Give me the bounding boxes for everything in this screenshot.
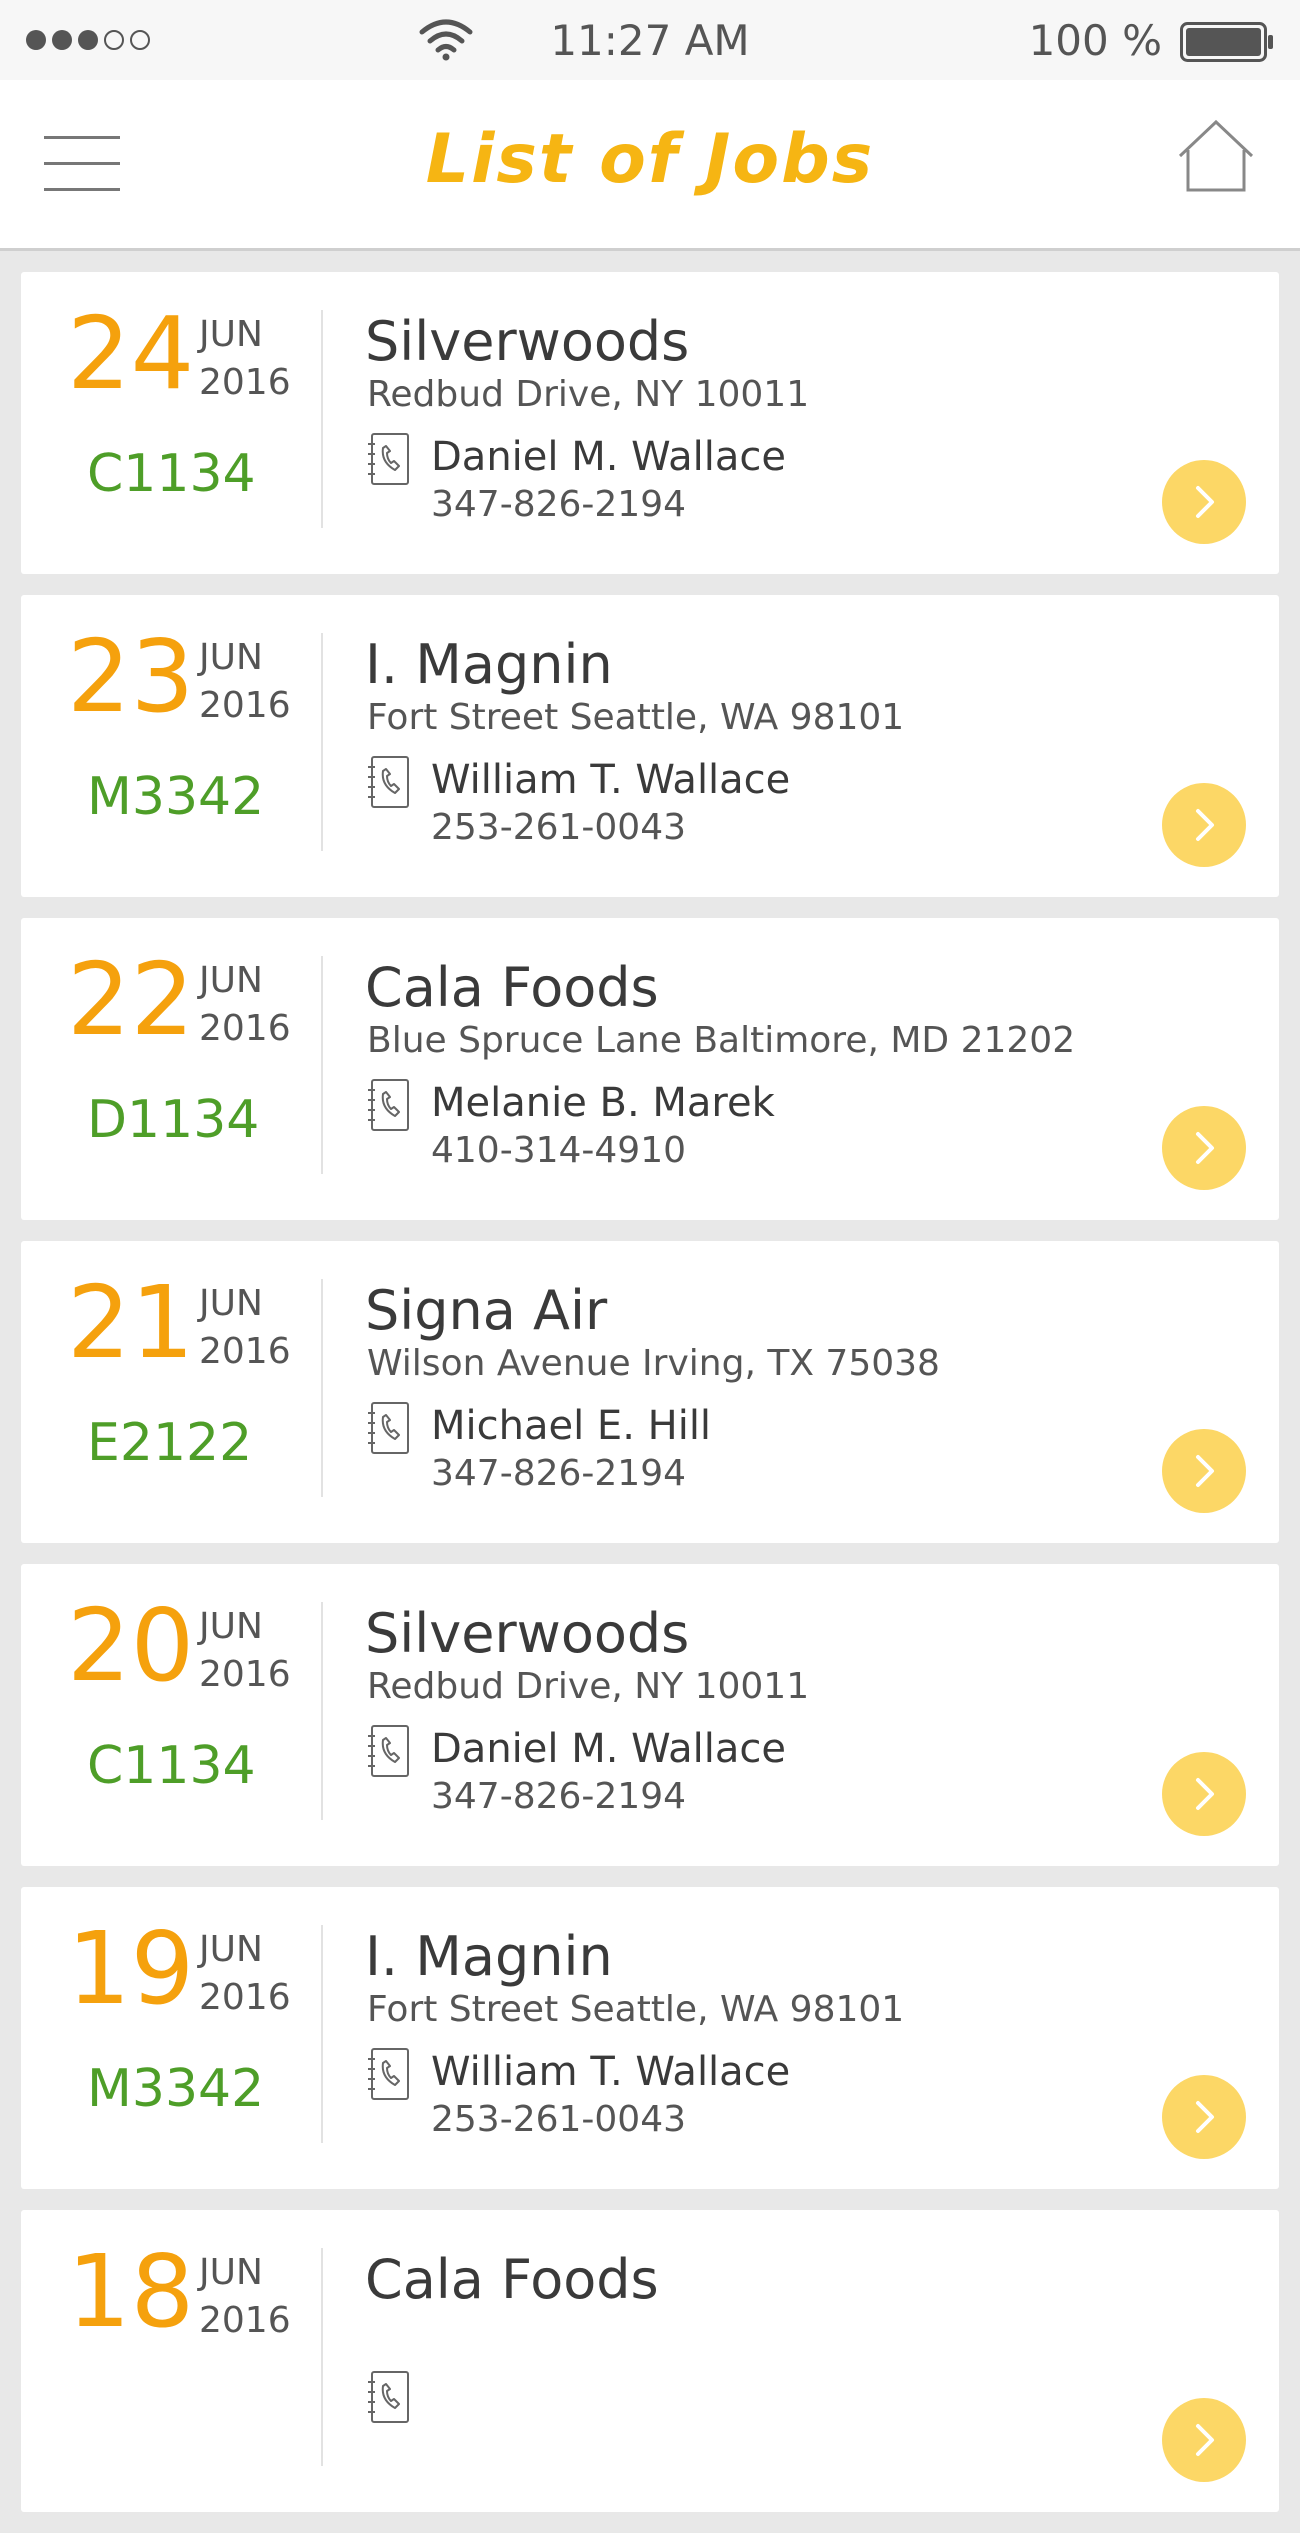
job-card[interactable]: 21 JUN 2016 E2122 Signa Air Wilson Avenu… — [21, 1241, 1279, 1543]
job-year: 2016 — [199, 1654, 291, 1695]
company-name: I. Magnin — [365, 633, 613, 696]
card-divider — [321, 1279, 323, 1497]
job-year: 2016 — [199, 1331, 291, 1372]
phone-book-icon — [368, 1079, 409, 1131]
job-code: M3342 — [87, 767, 265, 827]
contact-name: Daniel M. Wallace — [431, 1726, 786, 1772]
chevron-right-icon — [1196, 809, 1214, 841]
job-card[interactable]: 23 JUN 2016 M3342 I. Magnin Fort Street … — [21, 595, 1279, 897]
app-header: List of Jobs — [0, 80, 1300, 251]
job-list: 24 JUN 2016 C1134 Silverwoods Redbud Dri… — [21, 272, 1279, 2533]
job-month: JUN — [199, 1283, 263, 1324]
job-day: 18 — [67, 2233, 195, 2350]
job-month: JUN — [199, 314, 263, 355]
company-address: Redbud Drive, NY 10011 — [367, 1666, 810, 1707]
job-year: 2016 — [199, 685, 291, 726]
open-job-button[interactable] — [1162, 2075, 1246, 2159]
open-job-button[interactable] — [1162, 1429, 1246, 1513]
job-month: JUN — [199, 1606, 263, 1647]
phone-book-icon — [368, 756, 409, 808]
job-month: JUN — [199, 637, 263, 678]
job-code: C1134 — [87, 1736, 256, 1796]
job-day: 22 — [67, 941, 195, 1058]
chevron-right-icon — [1196, 1132, 1214, 1164]
job-year: 2016 — [199, 1977, 291, 2018]
company-address: Fort Street Seattle, WA 98101 — [367, 1989, 905, 2030]
contact-phone[interactable]: 410-314-4910 — [431, 1130, 686, 1171]
open-job-button[interactable] — [1162, 2398, 1246, 2482]
company-name: Cala Foods — [365, 2248, 659, 2311]
card-divider — [321, 1602, 323, 1820]
job-card[interactable]: 22 JUN 2016 D1134 Cala Foods Blue Spruce… — [21, 918, 1279, 1220]
job-day: 23 — [67, 618, 195, 735]
job-day: 21 — [67, 1264, 195, 1381]
job-day: 24 — [67, 295, 195, 412]
job-day: 19 — [67, 1910, 195, 2027]
company-address: Wilson Avenue Irving, TX 75038 — [367, 1343, 940, 1384]
battery-icon — [1180, 22, 1273, 62]
contact-name: William T. Wallace — [431, 2049, 791, 2095]
company-name: Silverwoods — [365, 310, 690, 373]
battery-percent: 100 % — [1028, 16, 1162, 65]
company-name: Silverwoods — [365, 1602, 690, 1665]
job-card[interactable]: 18 JUN 2016 Cala Foods — [21, 2210, 1279, 2512]
company-address: Redbud Drive, NY 10011 — [367, 374, 810, 415]
job-card[interactable]: 19 JUN 2016 M3342 I. Magnin Fort Street … — [21, 1887, 1279, 2189]
card-divider — [321, 956, 323, 1174]
company-address: Blue Spruce Lane Baltimore, MD 21202 — [367, 1020, 1076, 1061]
card-divider — [321, 633, 323, 851]
page-title: List of Jobs — [425, 120, 875, 199]
contact-name: William T. Wallace — [431, 757, 791, 803]
chevron-right-icon — [1196, 2424, 1214, 2456]
contact-phone[interactable]: 253-261-0043 — [431, 807, 686, 848]
job-year: 2016 — [199, 1008, 291, 1049]
job-month: JUN — [199, 960, 263, 1001]
open-job-button[interactable] — [1162, 1752, 1246, 1836]
card-divider — [321, 2248, 323, 2466]
company-address: Fort Street Seattle, WA 98101 — [367, 697, 905, 738]
contact-phone[interactable]: 347-826-2194 — [431, 484, 686, 525]
job-month: JUN — [199, 2252, 263, 2293]
phone-book-icon — [368, 2048, 409, 2100]
company-name: I. Magnin — [365, 1925, 613, 1988]
job-card[interactable]: 24 JUN 2016 C1134 Silverwoods Redbud Dri… — [21, 272, 1279, 574]
open-job-button[interactable] — [1162, 783, 1246, 867]
phone-book-icon — [368, 433, 409, 485]
contact-name: Melanie B. Marek — [431, 1080, 775, 1126]
chevron-right-icon — [1196, 1455, 1214, 1487]
company-name: Signa Air — [365, 1279, 608, 1342]
contact-phone[interactable]: 347-826-2194 — [431, 1453, 686, 1494]
phone-book-icon — [368, 1402, 409, 1454]
chevron-right-icon — [1196, 486, 1214, 518]
open-job-button[interactable] — [1162, 1106, 1246, 1190]
contact-phone[interactable]: 253-261-0043 — [431, 2099, 686, 2140]
job-code: M3342 — [87, 2059, 265, 2119]
company-name: Cala Foods — [365, 956, 659, 1019]
home-icon[interactable] — [1176, 118, 1256, 194]
job-code: E2122 — [87, 1413, 253, 1473]
job-month: JUN — [199, 1929, 263, 1970]
card-divider — [321, 1925, 323, 2143]
job-year: 2016 — [199, 2300, 291, 2341]
chevron-right-icon — [1196, 1778, 1214, 1810]
contact-name: Daniel M. Wallace — [431, 434, 786, 480]
phone-book-icon — [368, 2371, 409, 2423]
status-bar: 11:27 AM 100 % — [0, 0, 1300, 80]
contact-name: Michael E. Hill — [431, 1403, 712, 1449]
job-year: 2016 — [199, 362, 291, 403]
job-card[interactable]: 20 JUN 2016 C1134 Silverwoods Redbud Dri… — [21, 1564, 1279, 1866]
chevron-right-icon — [1196, 2101, 1214, 2133]
open-job-button[interactable] — [1162, 460, 1246, 544]
phone-book-icon — [368, 1725, 409, 1777]
card-divider — [321, 310, 323, 528]
job-code: D1134 — [87, 1090, 260, 1150]
job-code: C1134 — [87, 444, 256, 504]
contact-phone[interactable]: 347-826-2194 — [431, 1776, 686, 1817]
job-day: 20 — [67, 1587, 195, 1704]
